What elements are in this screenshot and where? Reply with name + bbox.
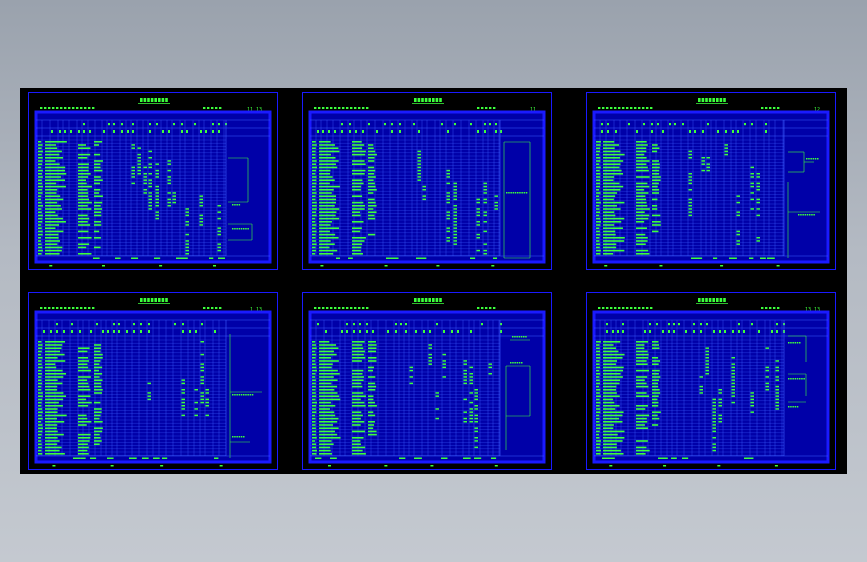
drawing-sheet-1[interactable]: 11 13: [28, 92, 278, 270]
sheet-title-icon: [138, 298, 170, 304]
drawing-sheet-3[interactable]: 12: [586, 92, 836, 270]
sheet-title-icon: [138, 98, 170, 104]
cad-drawing-canvas[interactable]: 11 13 11 12 1 13 13 13: [20, 88, 847, 474]
sheet-title-icon: [696, 98, 728, 104]
sheet-title-icon: [412, 98, 444, 104]
sheet-title-icon: [412, 298, 444, 304]
drawing-sheet-4[interactable]: 1 13: [28, 292, 278, 470]
sheet-title-icon: [696, 298, 728, 304]
drawing-sheet-5[interactable]: [302, 292, 552, 470]
drawing-sheet-2[interactable]: 11: [302, 92, 552, 270]
drawing-sheet-6[interactable]: 13 13: [586, 292, 836, 470]
